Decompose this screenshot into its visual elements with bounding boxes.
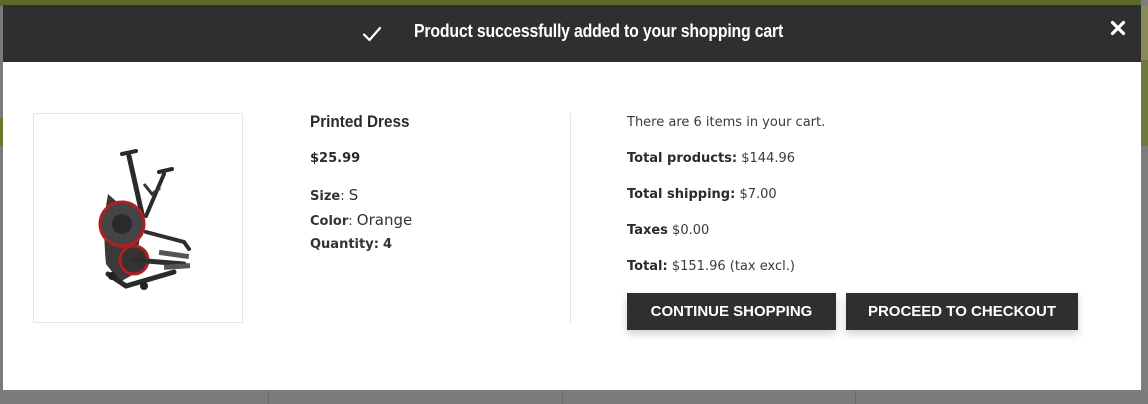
color-label: Color — [310, 214, 349, 229]
product-quantity: Quantity: 4 — [310, 237, 392, 252]
size-label: Size — [310, 189, 341, 204]
taxes-value: $0.00 — [672, 223, 710, 238]
proceed-to-checkout-button[interactable]: PROCEED TO CHECKOUT — [846, 293, 1078, 330]
check-icon — [362, 26, 382, 42]
quantity-label: Quantity: — [310, 237, 379, 252]
close-icon[interactable] — [1108, 18, 1128, 38]
total-value: $151.96 (tax excl.) — [671, 259, 795, 274]
modal-header: Product successfully added to your shopp… — [3, 5, 1141, 62]
continue-shopping-button[interactable]: CONTINUE SHOPPING — [627, 293, 836, 330]
modal-title: Product successfully added to your shopp… — [414, 21, 784, 41]
taxes-label: Taxes — [627, 223, 668, 238]
total-shipping-value: $7.00 — [739, 187, 777, 202]
backdrop-footer — [0, 390, 1148, 404]
cart-total-products: Total products: $144.96 — [627, 151, 795, 166]
product-image — [33, 113, 243, 323]
quantity-value: 4 — [383, 237, 393, 252]
total-products-label: Total products: — [627, 151, 738, 166]
cart-items-count: There are 6 items in your cart. — [627, 115, 826, 130]
color-value: Orange — [356, 211, 413, 229]
cart-total-shipping: Total shipping: $7.00 — [627, 187, 777, 202]
column-divider — [570, 113, 571, 323]
cart-taxes: Taxes $0.00 — [627, 223, 709, 238]
product-price: $25.99 — [310, 151, 361, 166]
size-value: S — [348, 186, 359, 204]
backdrop-right-edge — [1141, 0, 1148, 404]
total-shipping-label: Total shipping: — [627, 187, 736, 202]
cart-confirmation-modal: Product successfully added to your shopp… — [3, 5, 1141, 390]
cart-total: Total: $151.96 (tax excl.) — [627, 259, 795, 274]
product-name: Printed Dress — [310, 112, 410, 131]
product-size: Size: S — [310, 186, 359, 204]
total-label: Total: — [627, 259, 668, 274]
product-color: Color: Orange — [310, 211, 413, 229]
total-products-value: $144.96 — [741, 151, 796, 166]
